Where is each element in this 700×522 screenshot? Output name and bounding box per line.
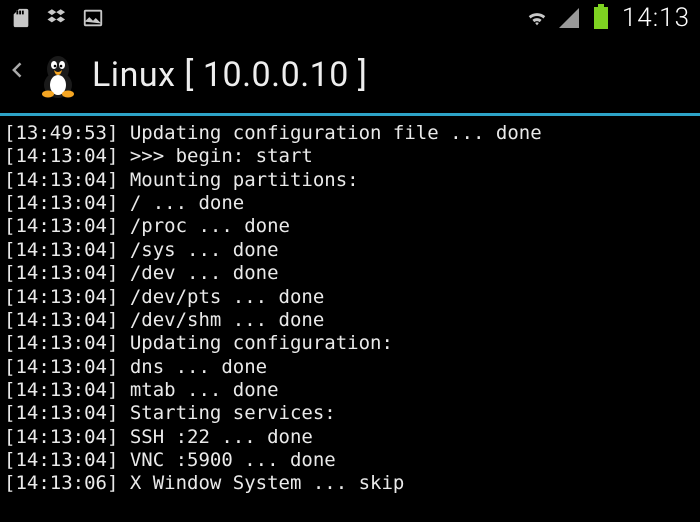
log-line: [14:13:04] /proc ... done (4, 215, 696, 238)
status-bar-right: 14:13 (526, 3, 690, 33)
tux-icon[interactable] (34, 51, 82, 99)
clock: 14:13 (622, 3, 690, 33)
app-title: Linux [ 10.0.0.10 ] (92, 55, 367, 95)
app-header: Linux [ 10.0.0.10 ] (0, 36, 700, 116)
log-line: [14:13:04] /sys ... done (4, 239, 696, 262)
log-line: [14:13:04] >>> begin: start (4, 145, 696, 168)
status-bar: 14:13 (0, 0, 700, 36)
dropbox-icon (46, 7, 68, 29)
log-line: [14:13:04] Mounting partitions: (4, 169, 696, 192)
terminal-output[interactable]: [13:49:53] Updating configuration file .… (0, 116, 700, 502)
log-line: [13:49:53] Updating configuration file .… (4, 122, 696, 145)
log-line: [14:13:04] Starting services: (4, 402, 696, 425)
status-bar-left (10, 7, 104, 29)
log-line: [14:13:04] /dev ... done (4, 262, 696, 285)
signal-icon (558, 7, 580, 29)
sd-card-icon (10, 7, 32, 29)
log-line: [14:13:04] / ... done (4, 192, 696, 215)
log-line: [14:13:04] /dev/pts ... done (4, 286, 696, 309)
wifi-icon (526, 7, 548, 29)
log-line: [14:13:04] /dev/shm ... done (4, 309, 696, 332)
picture-icon (82, 7, 104, 29)
title-ip: [ 10.0.0.10 ] (184, 55, 367, 95)
title-name: Linux (92, 55, 175, 95)
log-line: [14:13:06] X Window System ... skip (4, 472, 696, 495)
log-line: [14:13:04] VNC :5900 ... done (4, 449, 696, 472)
battery-icon (590, 7, 612, 29)
log-line: [14:13:04] SSH :22 ... done (4, 426, 696, 449)
log-line: [14:13:04] dns ... done (4, 356, 696, 379)
back-icon[interactable] (8, 52, 28, 97)
log-line: [14:13:04] mtab ... done (4, 379, 696, 402)
log-line: [14:13:04] Updating configuration: (4, 332, 696, 355)
